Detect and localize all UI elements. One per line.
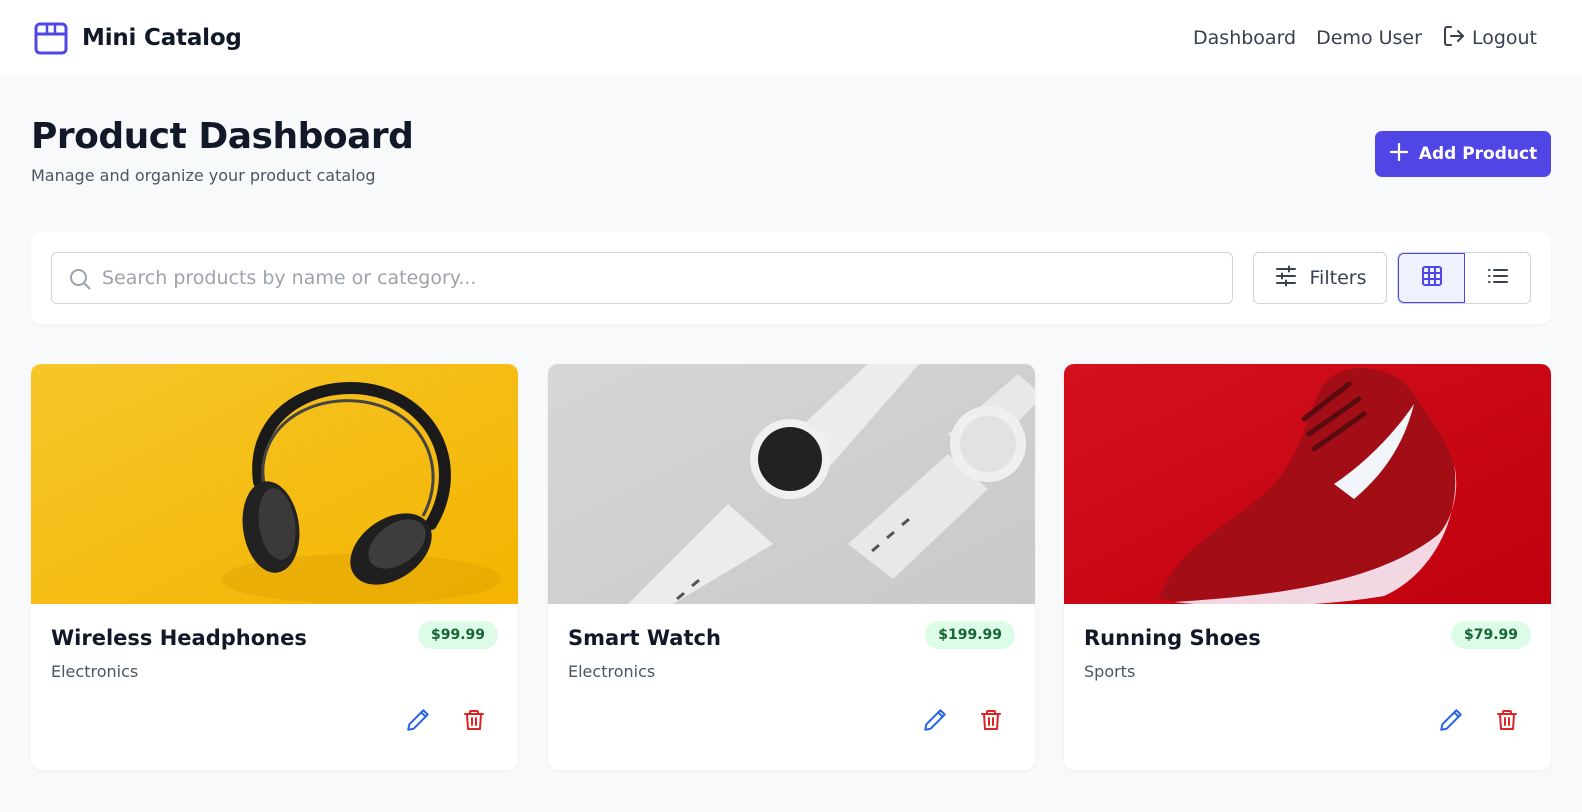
search-toolbar: Filters xyxy=(31,232,1551,324)
running-shoe-image xyxy=(1064,364,1551,604)
product-name: Wireless Headphones xyxy=(51,626,307,650)
package-icon xyxy=(32,19,70,57)
add-product-button[interactable]: Add Product xyxy=(1375,131,1551,177)
trash-icon xyxy=(979,708,1003,736)
trash-icon xyxy=(462,708,486,736)
product-category: Electronics xyxy=(568,662,656,681)
logout-label: Logout xyxy=(1471,27,1537,49)
trash-icon xyxy=(1495,708,1519,736)
view-toggle xyxy=(1397,252,1531,304)
pencil-icon xyxy=(922,707,948,737)
search-box xyxy=(51,252,1233,304)
plus-icon xyxy=(1389,142,1409,167)
sliders-icon xyxy=(1274,264,1298,293)
pencil-icon xyxy=(1438,707,1464,737)
edit-button[interactable] xyxy=(1436,707,1466,737)
brand-name: Mini Catalog xyxy=(82,25,242,51)
filters-button[interactable]: Filters xyxy=(1253,252,1387,304)
filters-label: Filters xyxy=(1309,267,1367,289)
product-category: Sports xyxy=(1084,662,1136,681)
search-icon xyxy=(68,267,92,295)
search-input[interactable] xyxy=(52,253,1232,303)
price-badge: $99.99 xyxy=(417,621,498,649)
product-category: Electronics xyxy=(51,662,139,681)
nav-user-link[interactable]: Demo User xyxy=(1316,27,1422,49)
nav-dashboard-link[interactable]: Dashboard xyxy=(1193,27,1296,49)
smartwatch-image xyxy=(548,364,1035,604)
product-name: Smart Watch xyxy=(568,626,721,650)
logout-link[interactable]: Logout xyxy=(1442,24,1537,53)
top-navbar: Mini Catalog Dashboard Demo User Logout xyxy=(0,0,1582,76)
delete-button[interactable] xyxy=(1492,707,1522,737)
logout-icon xyxy=(1442,24,1466,53)
grid-view-button[interactable] xyxy=(1398,253,1465,303)
add-product-label: Add Product xyxy=(1418,144,1538,164)
pencil-icon xyxy=(405,707,431,737)
page-header: Product Dashboard Manage and organize yo… xyxy=(31,114,414,185)
list-view-button[interactable] xyxy=(1465,253,1530,303)
grid-icon xyxy=(1421,265,1443,291)
edit-button[interactable] xyxy=(920,707,950,737)
product-card[interactable]: Smart Watch Electronics $199.99 xyxy=(548,364,1035,770)
page-subtitle: Manage and organize your product catalog xyxy=(31,166,376,185)
price-badge: $199.99 xyxy=(925,621,1015,649)
product-name: Running Shoes xyxy=(1084,626,1261,650)
headphones-image xyxy=(31,364,518,604)
page-title: Product Dashboard xyxy=(31,116,414,157)
product-card[interactable]: Running Shoes Sports $79.99 xyxy=(1064,364,1551,770)
delete-button[interactable] xyxy=(976,707,1006,737)
product-card[interactable]: Wireless Headphones Electronics $99.99 xyxy=(31,364,518,770)
main-nav: Dashboard Demo User Logout xyxy=(1193,24,1537,53)
price-badge: $79.99 xyxy=(1450,621,1531,649)
list-icon xyxy=(1486,264,1510,292)
delete-button[interactable] xyxy=(459,707,489,737)
brand[interactable]: Mini Catalog xyxy=(32,19,242,57)
edit-button[interactable] xyxy=(403,707,433,737)
